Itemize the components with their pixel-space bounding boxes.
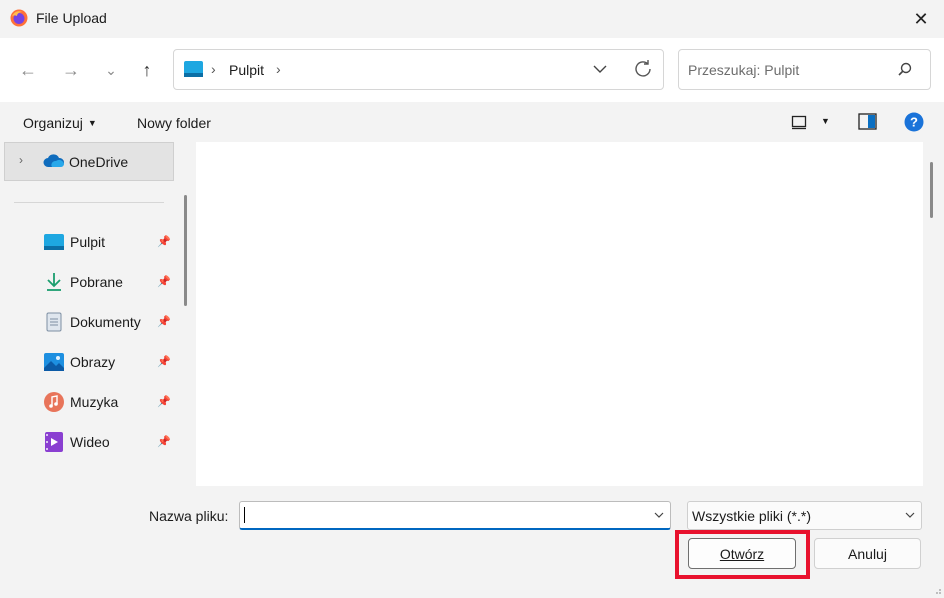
preview-pane-icon[interactable] bbox=[858, 113, 877, 130]
open-button[interactable]: Otwórz bbox=[688, 538, 796, 569]
expand-chevron-icon[interactable]: › bbox=[19, 153, 23, 167]
filename-input[interactable] bbox=[239, 501, 671, 530]
organize-label: Organizuj bbox=[23, 115, 83, 131]
window-title: File Upload bbox=[36, 10, 107, 26]
sidebar-item-label: Pulpit bbox=[70, 234, 106, 250]
new-folder-button[interactable]: Nowy folder bbox=[137, 115, 211, 131]
dropdown-arrow-icon: ▼ bbox=[87, 118, 97, 128]
help-icon[interactable]: ? bbox=[904, 112, 924, 132]
back-arrow-icon[interactable]: ← bbox=[15, 57, 41, 83]
sidebar-item-label: Wideo bbox=[70, 434, 110, 450]
firefox-icon bbox=[10, 9, 28, 27]
pin-icon[interactable]: 📌 bbox=[157, 275, 171, 288]
file-pane-scrollbar[interactable] bbox=[930, 162, 933, 218]
cancel-button[interactable]: Anuluj bbox=[814, 538, 921, 569]
sidebar-scrollbar[interactable] bbox=[184, 195, 187, 306]
onedrive-cloud-icon bbox=[43, 154, 65, 168]
title-bar bbox=[0, 0, 944, 38]
pin-icon[interactable]: 📌 bbox=[157, 395, 171, 408]
sidebar-item-label: Muzyka bbox=[70, 394, 119, 410]
view-dropdown-arrow-icon[interactable]: ▼ bbox=[821, 116, 830, 126]
file-type-select[interactable]: Wszystkie pliki (*.*) bbox=[687, 501, 922, 530]
desktop-icon bbox=[44, 232, 64, 252]
file-type-value: Wszystkie pliki (*.*) bbox=[692, 508, 812, 524]
breadcrumb-separator: › bbox=[211, 61, 216, 77]
file-type-chevron-icon bbox=[904, 506, 916, 527]
recent-locations-chevron-icon[interactable]: ⌄ bbox=[98, 57, 124, 83]
music-icon bbox=[44, 392, 64, 412]
text-cursor bbox=[244, 507, 245, 523]
video-icon bbox=[44, 432, 64, 452]
download-icon bbox=[44, 272, 64, 292]
pin-icon[interactable]: 📌 bbox=[157, 315, 171, 328]
sidebar-item-label: Pobrane bbox=[70, 274, 123, 290]
organize-menu-button[interactable]: Organizuj ▼ bbox=[23, 115, 97, 131]
search-icon[interactable] bbox=[895, 60, 915, 80]
sidebar-item-obrazy[interactable]: Obrazy 📌 bbox=[35, 344, 175, 380]
desktop-icon bbox=[184, 61, 203, 77]
forward-arrow-icon[interactable]: → bbox=[58, 57, 84, 83]
refresh-icon[interactable] bbox=[633, 58, 653, 80]
up-arrow-icon[interactable]: ↑ bbox=[134, 57, 160, 83]
breadcrumb-pulpit[interactable]: Pulpit bbox=[229, 62, 264, 78]
pin-icon[interactable]: 📌 bbox=[157, 435, 171, 448]
svg-text:?: ? bbox=[910, 115, 918, 130]
pictures-icon bbox=[44, 352, 64, 372]
address-dropdown-chevron-icon[interactable] bbox=[590, 56, 610, 82]
sidebar-item-pobrane[interactable]: Pobrane 📌 bbox=[35, 264, 175, 300]
sidebar-item-label: Obrazy bbox=[70, 354, 116, 370]
pin-icon[interactable]: 📌 bbox=[157, 235, 171, 248]
sidebar-item-label: OneDrive bbox=[69, 154, 129, 170]
filename-label: Nazwa pliku: bbox=[149, 508, 229, 524]
sidebar-item-label: Dokumenty bbox=[70, 314, 141, 330]
sidebar-item-dokumenty[interactable]: Dokumenty 📌 bbox=[35, 304, 175, 340]
documents-icon bbox=[44, 312, 64, 332]
resize-grip-icon[interactable] bbox=[934, 582, 942, 594]
cancel-button-label: Anuluj bbox=[848, 545, 887, 562]
sidebar-item-pulpit[interactable]: Pulpit 📌 bbox=[35, 224, 175, 260]
pin-icon[interactable]: 📌 bbox=[157, 355, 171, 368]
filename-history-chevron-icon[interactable] bbox=[653, 506, 665, 527]
divider bbox=[14, 202, 164, 203]
file-list-pane[interactable] bbox=[196, 142, 923, 486]
breadcrumb-separator[interactable]: › bbox=[276, 61, 281, 77]
sidebar-item-muzyka[interactable]: Muzyka 📌 bbox=[35, 384, 175, 420]
search-input[interactable]: Przeszukaj: Pulpit bbox=[688, 62, 799, 78]
sidebar-item-wideo[interactable]: Wideo 📌 bbox=[35, 424, 175, 460]
close-icon[interactable]: ✕ bbox=[906, 4, 936, 34]
open-button-label: Otwórz bbox=[719, 545, 765, 562]
view-options-icon[interactable] bbox=[791, 114, 807, 130]
